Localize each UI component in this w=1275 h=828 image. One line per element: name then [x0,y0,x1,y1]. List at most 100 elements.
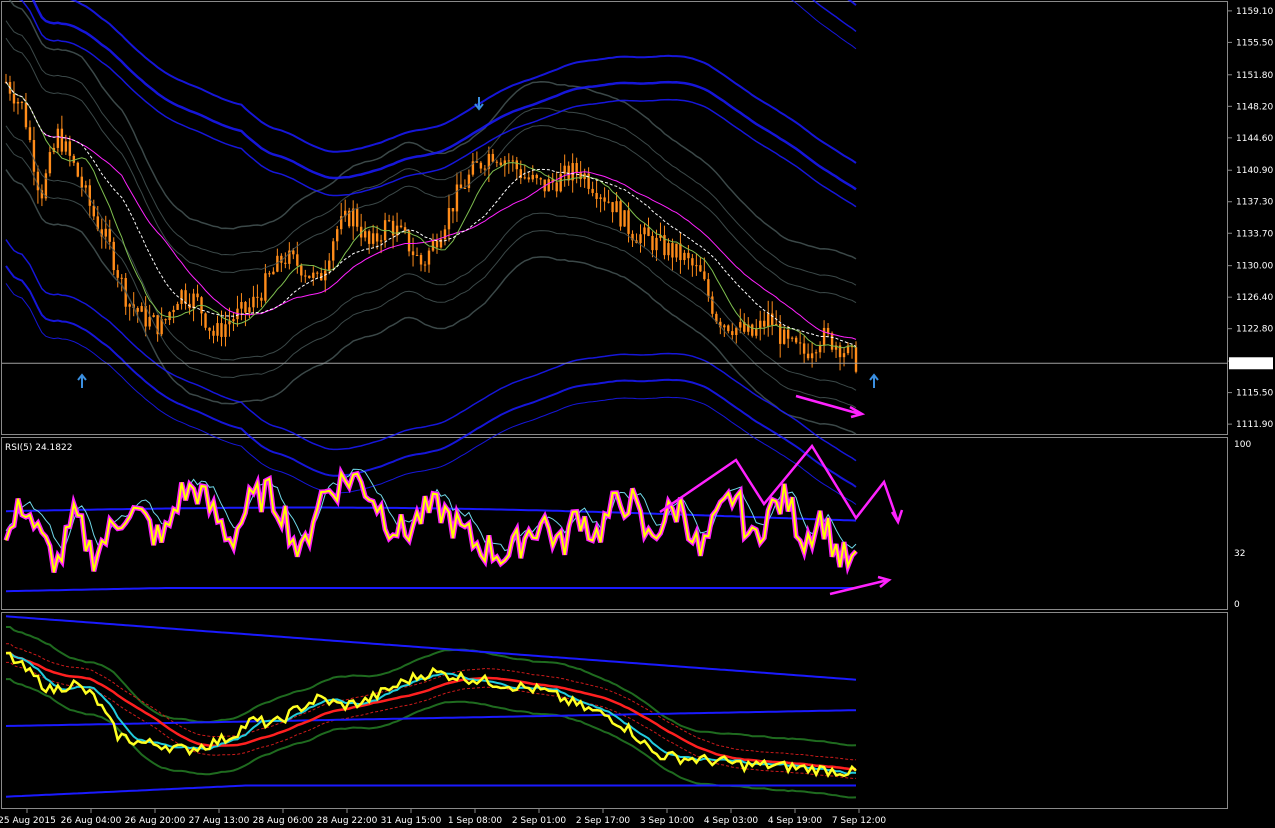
candle-body [204,313,207,328]
candle-body [483,168,487,170]
rsi-level-label: 0 [1234,600,1240,610]
price-tick-label: 1137.30 [1236,198,1273,208]
price-tick-label: 1111.90 [1236,420,1273,430]
candle-body [515,160,518,170]
candle-body [671,243,674,258]
candle-body [619,201,622,227]
candle-body [363,231,367,238]
candle-body [24,102,28,128]
candle-body [559,173,562,192]
candle-body [72,155,76,163]
candle-body [244,302,247,313]
candle-body [679,243,682,261]
candle-body [511,160,515,162]
candle-body [176,303,179,310]
candle-body [587,173,590,189]
candle-body [727,325,730,332]
candle-body [667,243,670,256]
time-tick-label: 28 Aug 22:00 [317,816,378,826]
candle-body [216,323,219,336]
candle-body [304,275,307,277]
candle-body [643,227,646,235]
candle-body [814,352,818,354]
time-tick-label: 28 Aug 06:00 [253,816,314,826]
candle-body [248,307,251,313]
candle-body [595,192,598,199]
current-price-label: 1118.85 [1236,359,1273,369]
price-tick-label: 1148.20 [1236,102,1273,112]
candle-body [591,188,594,193]
candle-body [108,228,111,242]
time-tick-label: 26 Aug 04:00 [61,816,122,826]
candle-body [240,302,243,309]
candle-body [196,293,199,298]
candle-body [76,162,80,177]
candle-body [68,141,72,156]
candle-body [268,273,271,275]
time-tick-label: 27 Aug 13:00 [189,816,250,826]
candle-body [224,324,227,337]
candle-body [355,208,359,227]
candle-body [703,271,706,280]
candle-body [136,307,139,312]
candle-body [120,277,123,279]
time-tick-label: 1 Sep 08:00 [448,816,503,826]
candle-body [794,337,798,343]
candle-body [148,317,151,327]
candle-body [786,329,790,339]
trading-chart[interactable]: 1159.10 1155.50 1151.80 1148.20 1144.60 1140.… [0,0,1275,828]
candle-body [527,177,530,180]
candle-body [256,296,259,298]
candle-body [128,304,131,307]
candle-body [695,265,698,267]
candle-body [603,197,606,202]
candle-body [499,162,503,166]
candle-body [64,141,68,152]
candle-body [495,161,499,163]
candle-body [854,347,858,372]
candle-body [655,237,658,251]
candle-body [272,271,275,275]
candle-body [387,220,391,222]
candle-body [627,210,630,234]
candle-body [731,331,734,336]
candle-body [260,297,263,301]
candle-body [208,327,211,331]
rsi-label: RSI(5) 24.1822 [5,443,72,453]
candle-body [12,93,16,104]
price-tick-label: 1155.50 [1236,38,1273,48]
candle-body [312,272,315,278]
candle-body [56,128,60,148]
candle-body [92,205,95,217]
time-tick-label: 2 Sep 01:00 [512,816,567,826]
candle-body [212,330,215,336]
rsi-level-label: 32 [1234,549,1245,559]
candle-body [651,235,654,251]
candle-body [80,176,84,188]
candle-body [759,320,762,329]
price-tick-label: 1133.70 [1236,229,1273,239]
candle-body [308,275,311,278]
candle-body [751,324,754,336]
candle-body [691,258,694,266]
candle-body [32,139,36,172]
candle-body [447,208,451,230]
candle-body [443,229,447,240]
candle-body [116,270,119,278]
candle-body [232,319,235,322]
candle-body [790,337,794,339]
candle-body [16,101,20,104]
price-tick-label: 1115.50 [1236,389,1273,399]
candle-body [547,179,550,192]
candle-body [168,312,171,321]
candle-body [367,231,371,244]
candle-body [571,163,574,181]
candle-body [575,163,578,173]
time-tick-label: 7 Sep 12:00 [832,816,887,826]
candle-body [332,241,335,261]
candle-body [423,264,427,266]
candle-body [192,293,195,309]
candle-body [802,343,806,354]
candle-body [479,162,483,169]
candle-body [296,254,299,266]
